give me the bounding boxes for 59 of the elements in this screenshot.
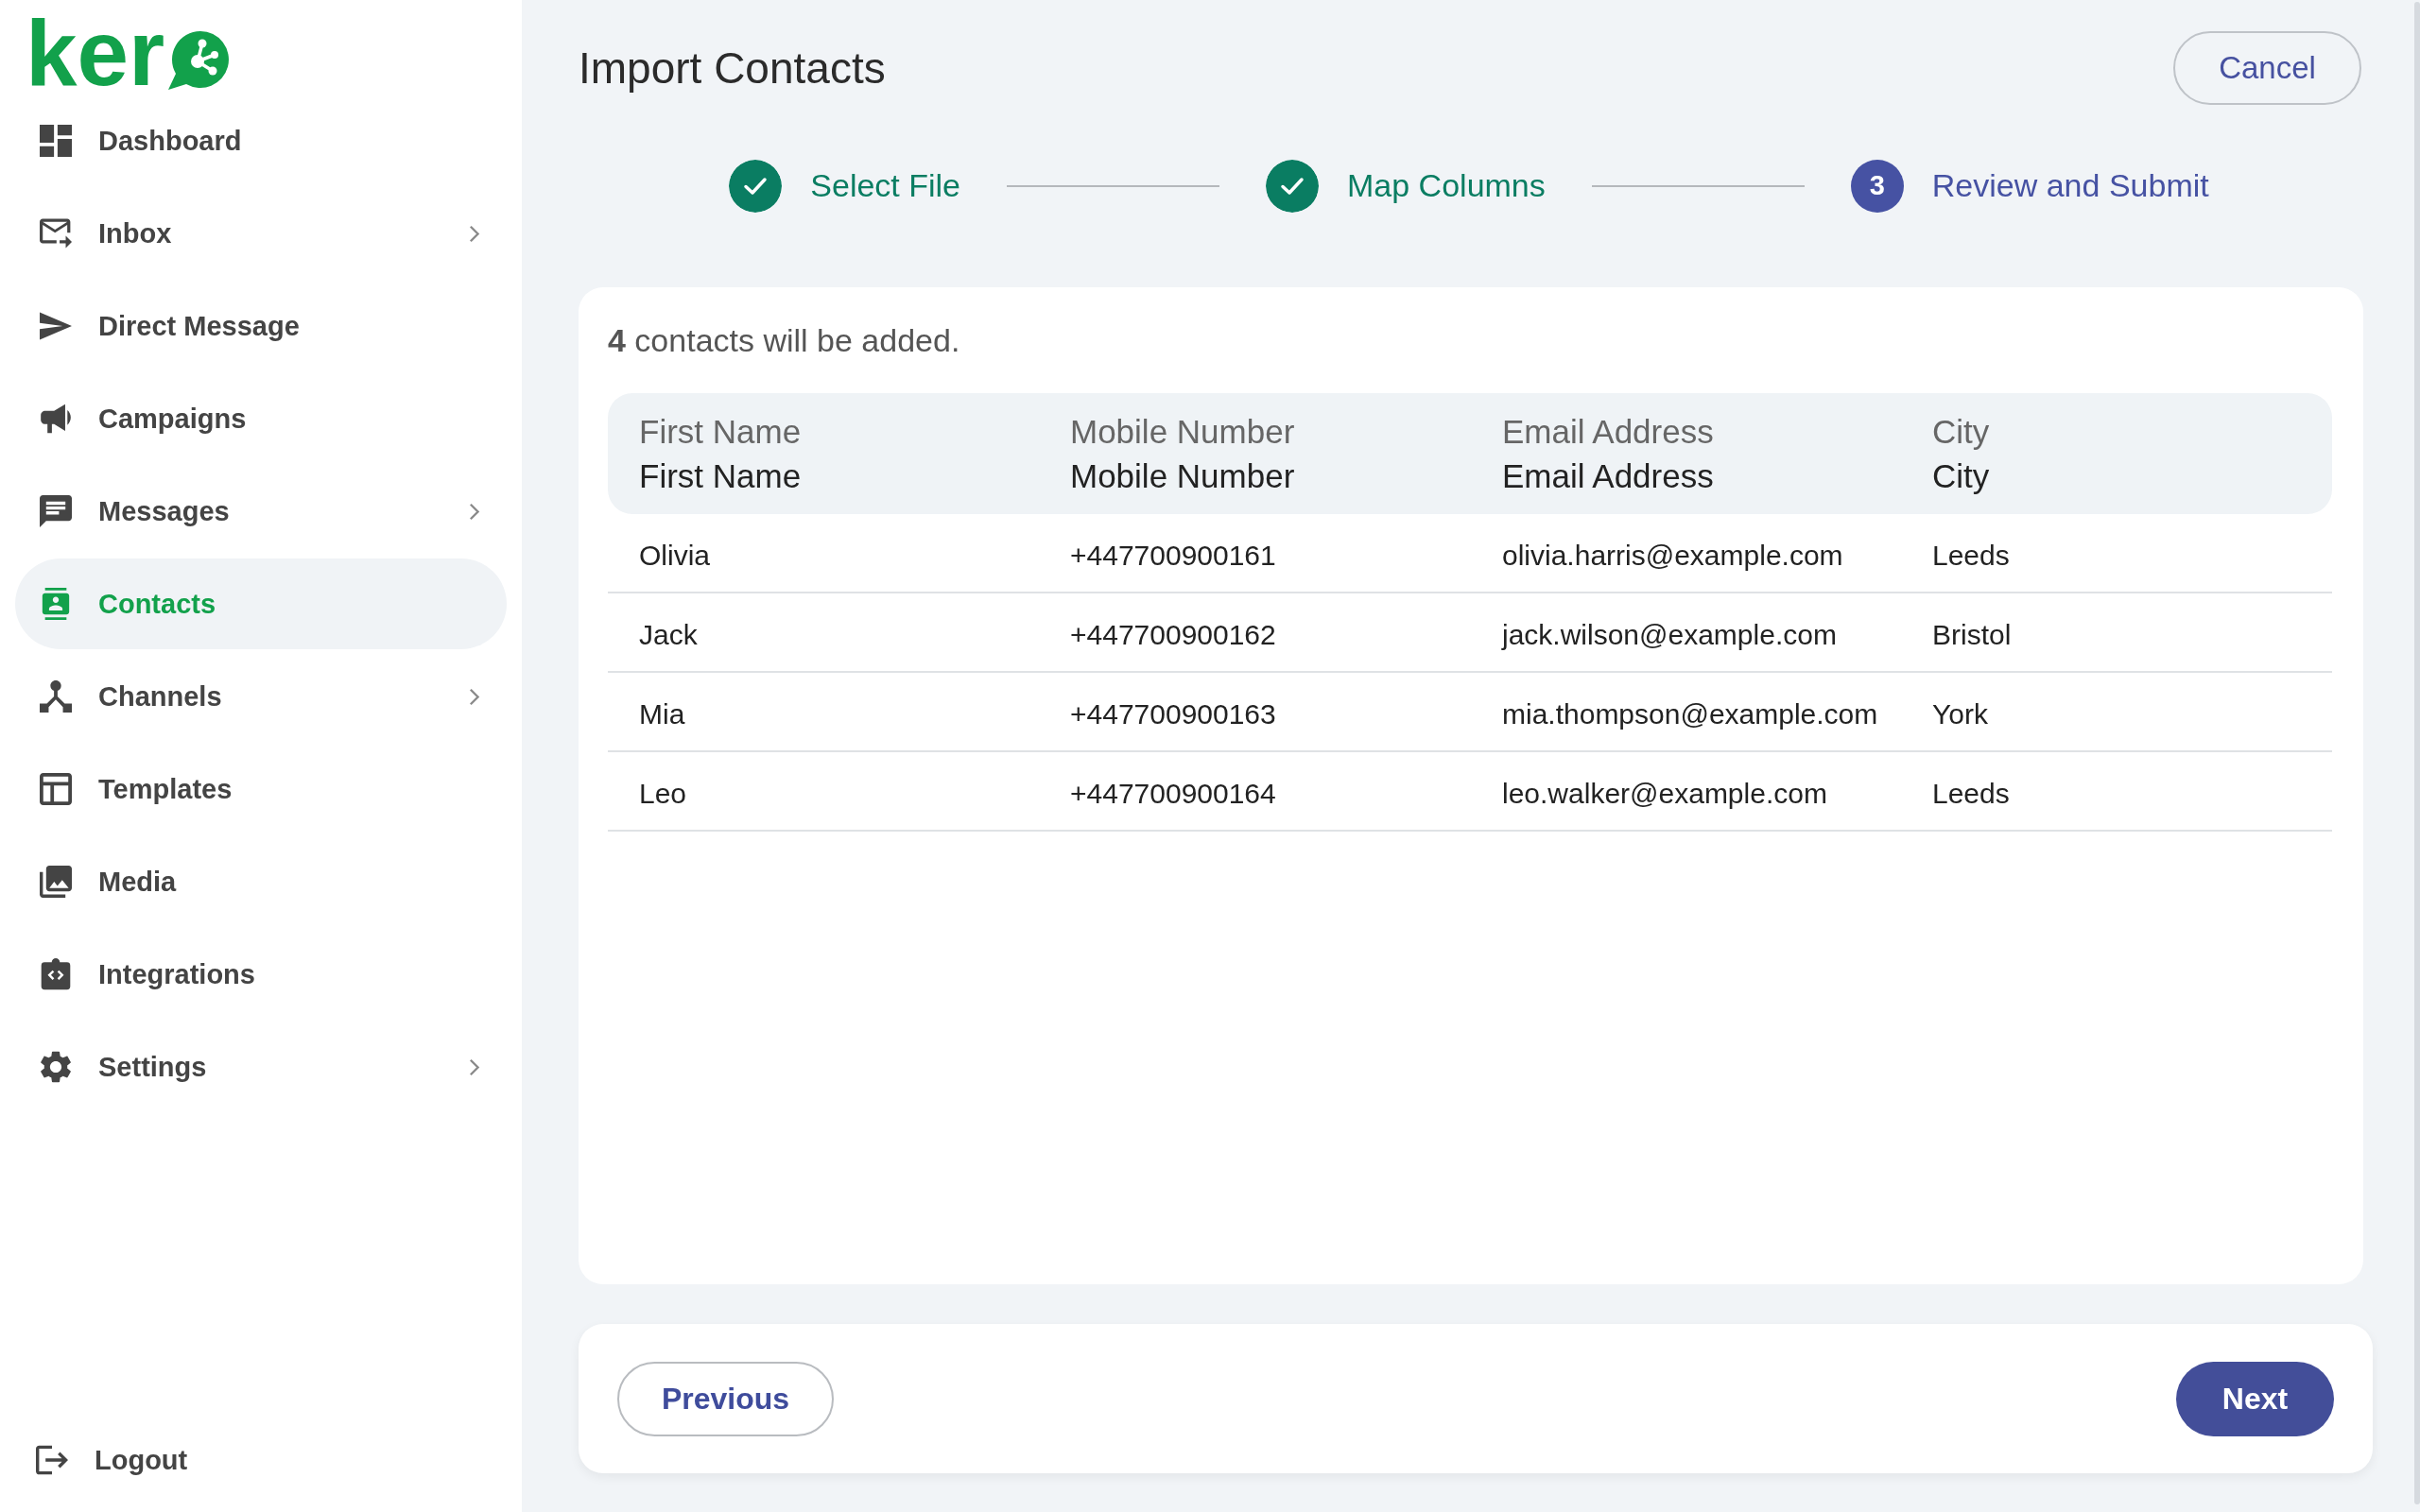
- table-cell: mia.thompson@example.com: [1502, 697, 1878, 730]
- hub-icon: [40, 680, 72, 713]
- table-cell: +447700900163: [1070, 697, 1276, 730]
- megaphone-icon: [40, 403, 72, 435]
- settings-icon: [40, 1051, 72, 1083]
- page-title: Import Contacts: [579, 43, 886, 94]
- step-label[interactable]: Select File: [810, 167, 961, 204]
- nav-item[interactable]: Direct Message: [15, 281, 507, 371]
- source-column-name: Mobile Number: [1070, 412, 1295, 452]
- table-cell: olivia.harris@example.com: [1502, 539, 1843, 572]
- table-cell: Mia: [639, 697, 685, 730]
- column-header: City: [1932, 456, 1990, 496]
- send-icon: [40, 310, 72, 342]
- previous-button[interactable]: Previous: [617, 1361, 834, 1436]
- source-column-name: Email Address: [1502, 412, 1714, 452]
- table-cell: Leeds: [1932, 539, 2010, 572]
- envelope-arrow-icon: [40, 217, 72, 249]
- nav-item[interactable]: Channels: [15, 651, 507, 742]
- table-cell: +447700900164: [1070, 777, 1276, 810]
- logo-bubble-icon: [166, 30, 230, 91]
- nav-item[interactable]: Inbox: [15, 188, 507, 279]
- next-button[interactable]: Next: [2176, 1361, 2334, 1436]
- logout-link[interactable]: Logout: [0, 1414, 522, 1506]
- dashboard-icon: [40, 125, 72, 157]
- table-cell: +447700900161: [1070, 539, 1276, 572]
- table-cell: +447700900162: [1070, 618, 1276, 651]
- source-column-name: City: [1932, 412, 1990, 452]
- contact-card-icon: [40, 588, 72, 620]
- table-cell: York: [1932, 697, 1988, 730]
- nav-item[interactable]: Media: [15, 836, 507, 927]
- step-number: 3: [1850, 159, 1904, 213]
- step-label[interactable]: Map Columns: [1347, 167, 1546, 204]
- cancel-button[interactable]: Cancel: [2173, 31, 2361, 105]
- nav-item[interactable]: Settings: [15, 1022, 507, 1112]
- nav-item[interactable]: Campaigns: [15, 373, 507, 464]
- nav-item[interactable]: Dashboard: [15, 95, 507, 186]
- nav-item[interactable]: Templates: [15, 744, 507, 834]
- table-cell: Jack: [639, 618, 698, 651]
- code-clipboard-icon: [40, 958, 72, 990]
- table-cell: leo.walker@example.com: [1502, 777, 1827, 810]
- step-label[interactable]: Review and Submit: [1931, 167, 2209, 204]
- column-header: Email Address: [1502, 456, 1714, 496]
- nav-item[interactable]: Integrations: [15, 929, 507, 1020]
- nav-item[interactable]: Messages: [15, 466, 507, 557]
- column-header: Mobile Number: [1070, 456, 1295, 496]
- table-cell: Leo: [639, 777, 687, 810]
- chat-icon: [40, 495, 72, 527]
- table-cell: Olivia: [639, 539, 710, 572]
- column-header: First Name: [639, 456, 802, 496]
- photos-icon: [40, 866, 72, 898]
- summary-text: 4 contacts will be added.: [608, 321, 960, 360]
- logo-text: ker: [26, 12, 165, 93]
- logout-icon: [36, 1444, 68, 1476]
- table-cell: jack.wilson@example.com: [1502, 618, 1837, 651]
- table-cell: Leeds: [1932, 777, 2010, 810]
- scrollbar[interactable]: [2414, 2, 2420, 1504]
- source-column-name: First Name: [639, 412, 802, 452]
- layout-icon: [40, 773, 72, 805]
- table-cell: Bristol: [1932, 618, 2012, 651]
